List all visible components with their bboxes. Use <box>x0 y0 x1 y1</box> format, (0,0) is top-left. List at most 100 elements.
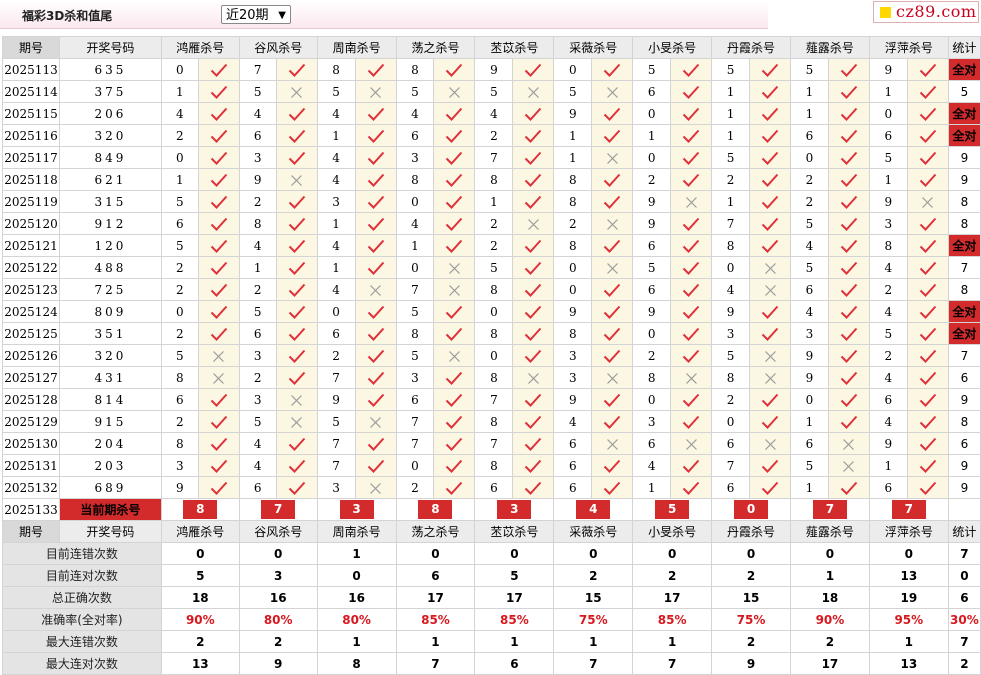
kill-number: 5 <box>868 146 908 169</box>
draw-number: 351 <box>58 322 162 345</box>
header-row: 期号 开奖号码 鸿雁杀号 谷风杀号 周南杀号 荡之杀号 苤苡杀号 采薇杀号 小旻杀号 丹霞杀号 薤露… <box>2 520 981 543</box>
kill-number: 2 <box>160 322 199 345</box>
summary-value: 75% <box>711 608 791 631</box>
check-icon <box>512 124 555 147</box>
issue-number: 2025131 <box>2 454 60 477</box>
summary-value: 0 <box>238 542 318 565</box>
check-icon <box>670 454 713 477</box>
kill-number: 7 <box>316 454 356 477</box>
check-icon <box>906 168 949 191</box>
check-icon <box>354 124 397 147</box>
summary-label: 目前连错次数 <box>2 542 162 565</box>
summary-value: 6 <box>474 652 555 675</box>
draw-number: 635 <box>58 58 162 81</box>
kill-number: 0 <box>553 278 593 301</box>
current-kill-cell: 8 <box>160 498 240 521</box>
check-icon <box>354 234 397 257</box>
kill-number: 5 <box>160 344 199 367</box>
kill-number: 6 <box>160 212 199 235</box>
kill-number: 6 <box>789 278 829 301</box>
check-icon <box>749 190 791 213</box>
kill-number: 0 <box>711 410 751 433</box>
current-kill-label: 当前期杀号 <box>58 498 162 521</box>
kill-number: 5 <box>238 410 277 433</box>
column-header: 丹霞杀号 <box>711 36 791 59</box>
column-header: 统计 <box>947 36 981 59</box>
summary-value: 85% <box>395 608 476 631</box>
kill-number: 1 <box>160 80 199 103</box>
kill-number: 0 <box>160 58 199 81</box>
column-header: 荡之杀号 <box>395 36 476 59</box>
summary-value: 2 <box>711 564 791 587</box>
kill-number: 8 <box>395 58 435 81</box>
current-kill-row: 2025133 当前期杀号 8 7 3 8 3 4 5 0 7 7 <box>2 498 981 521</box>
check-icon <box>354 58 397 81</box>
cross-icon <box>827 432 870 455</box>
kill-number: 9 <box>868 432 908 455</box>
check-icon <box>670 80 713 103</box>
kill-number: 5 <box>395 300 435 323</box>
kill-number: 2 <box>789 190 829 213</box>
kill-number: 6 <box>316 322 356 345</box>
kill-number: 1 <box>789 80 829 103</box>
current-kill-number: 3 <box>339 500 374 519</box>
kill-number: 0 <box>632 146 672 169</box>
check-icon <box>906 124 949 147</box>
check-icon <box>275 300 318 323</box>
kill-number: 9 <box>632 212 672 235</box>
kill-number: 0 <box>160 146 199 169</box>
summary-label: 最大连对次数 <box>2 652 162 675</box>
kill-number: 5 <box>789 212 829 235</box>
table-row: 2025132 689 9 6 3 2 6 6 1 6 1 6 9 <box>2 476 981 499</box>
kill-number: 5 <box>711 146 751 169</box>
kill-number: 1 <box>553 146 593 169</box>
summary-value: 0 <box>947 564 981 587</box>
summary-value: 80% <box>316 608 397 631</box>
cross-icon <box>512 80 555 103</box>
summary-row: 目前连对次数 5 3 0 6 5 2 2 2 1 13 0 <box>2 564 981 587</box>
period-select[interactable]: 近20期 ▼ <box>221 5 291 24</box>
check-icon <box>275 212 318 235</box>
check-icon <box>749 168 791 191</box>
column-header: 薤露杀号 <box>789 520 870 543</box>
kill-number: 1 <box>711 80 751 103</box>
check-icon <box>591 102 634 125</box>
kill-number: 5 <box>789 454 829 477</box>
table-row: 2025115 206 4 4 4 4 4 9 0 1 1 0 全对 <box>2 102 981 125</box>
logo-text: cz89.com <box>896 2 977 21</box>
kill-number: 6 <box>711 476 751 499</box>
summary-value: 1 <box>395 630 476 653</box>
kill-number: 0 <box>474 300 514 323</box>
kill-number: 7 <box>474 146 514 169</box>
column-header: 小旻杀号 <box>632 520 713 543</box>
all-correct-badge: 全对 <box>947 102 981 125</box>
check-icon <box>433 322 476 345</box>
check-icon <box>670 102 713 125</box>
summary-row: 最大连错次数 2 2 1 1 1 1 1 2 2 1 7 <box>2 630 981 653</box>
cross-icon <box>749 256 791 279</box>
check-icon <box>906 410 949 433</box>
kill-number: 4 <box>868 366 908 389</box>
current-kill-number: 3 <box>497 500 532 519</box>
kill-number: 4 <box>868 300 908 323</box>
check-icon <box>354 190 397 213</box>
kill-number: 8 <box>474 410 514 433</box>
summary-value: 1 <box>316 542 397 565</box>
table-row: 2025122 488 2 1 1 0 5 0 5 0 5 4 7 <box>2 256 981 279</box>
cross-icon <box>197 344 240 367</box>
kill-number: 8 <box>868 234 908 257</box>
cross-icon <box>354 410 397 433</box>
check-icon <box>827 366 870 389</box>
summary-value: 90% <box>789 608 870 631</box>
check-icon <box>591 322 634 345</box>
check-icon <box>275 124 318 147</box>
table-row: 2025123 725 2 2 4 7 8 0 6 4 6 2 8 <box>2 278 981 301</box>
kill-number: 4 <box>474 102 514 125</box>
kill-number: 0 <box>395 454 435 477</box>
summary-value: 5 <box>474 564 555 587</box>
kill-number: 8 <box>474 168 514 191</box>
site-logo[interactable]: cz89.com <box>873 1 979 23</box>
summary-value: 95% <box>868 608 949 631</box>
summary-value: 17 <box>789 652 870 675</box>
check-icon <box>906 256 949 279</box>
